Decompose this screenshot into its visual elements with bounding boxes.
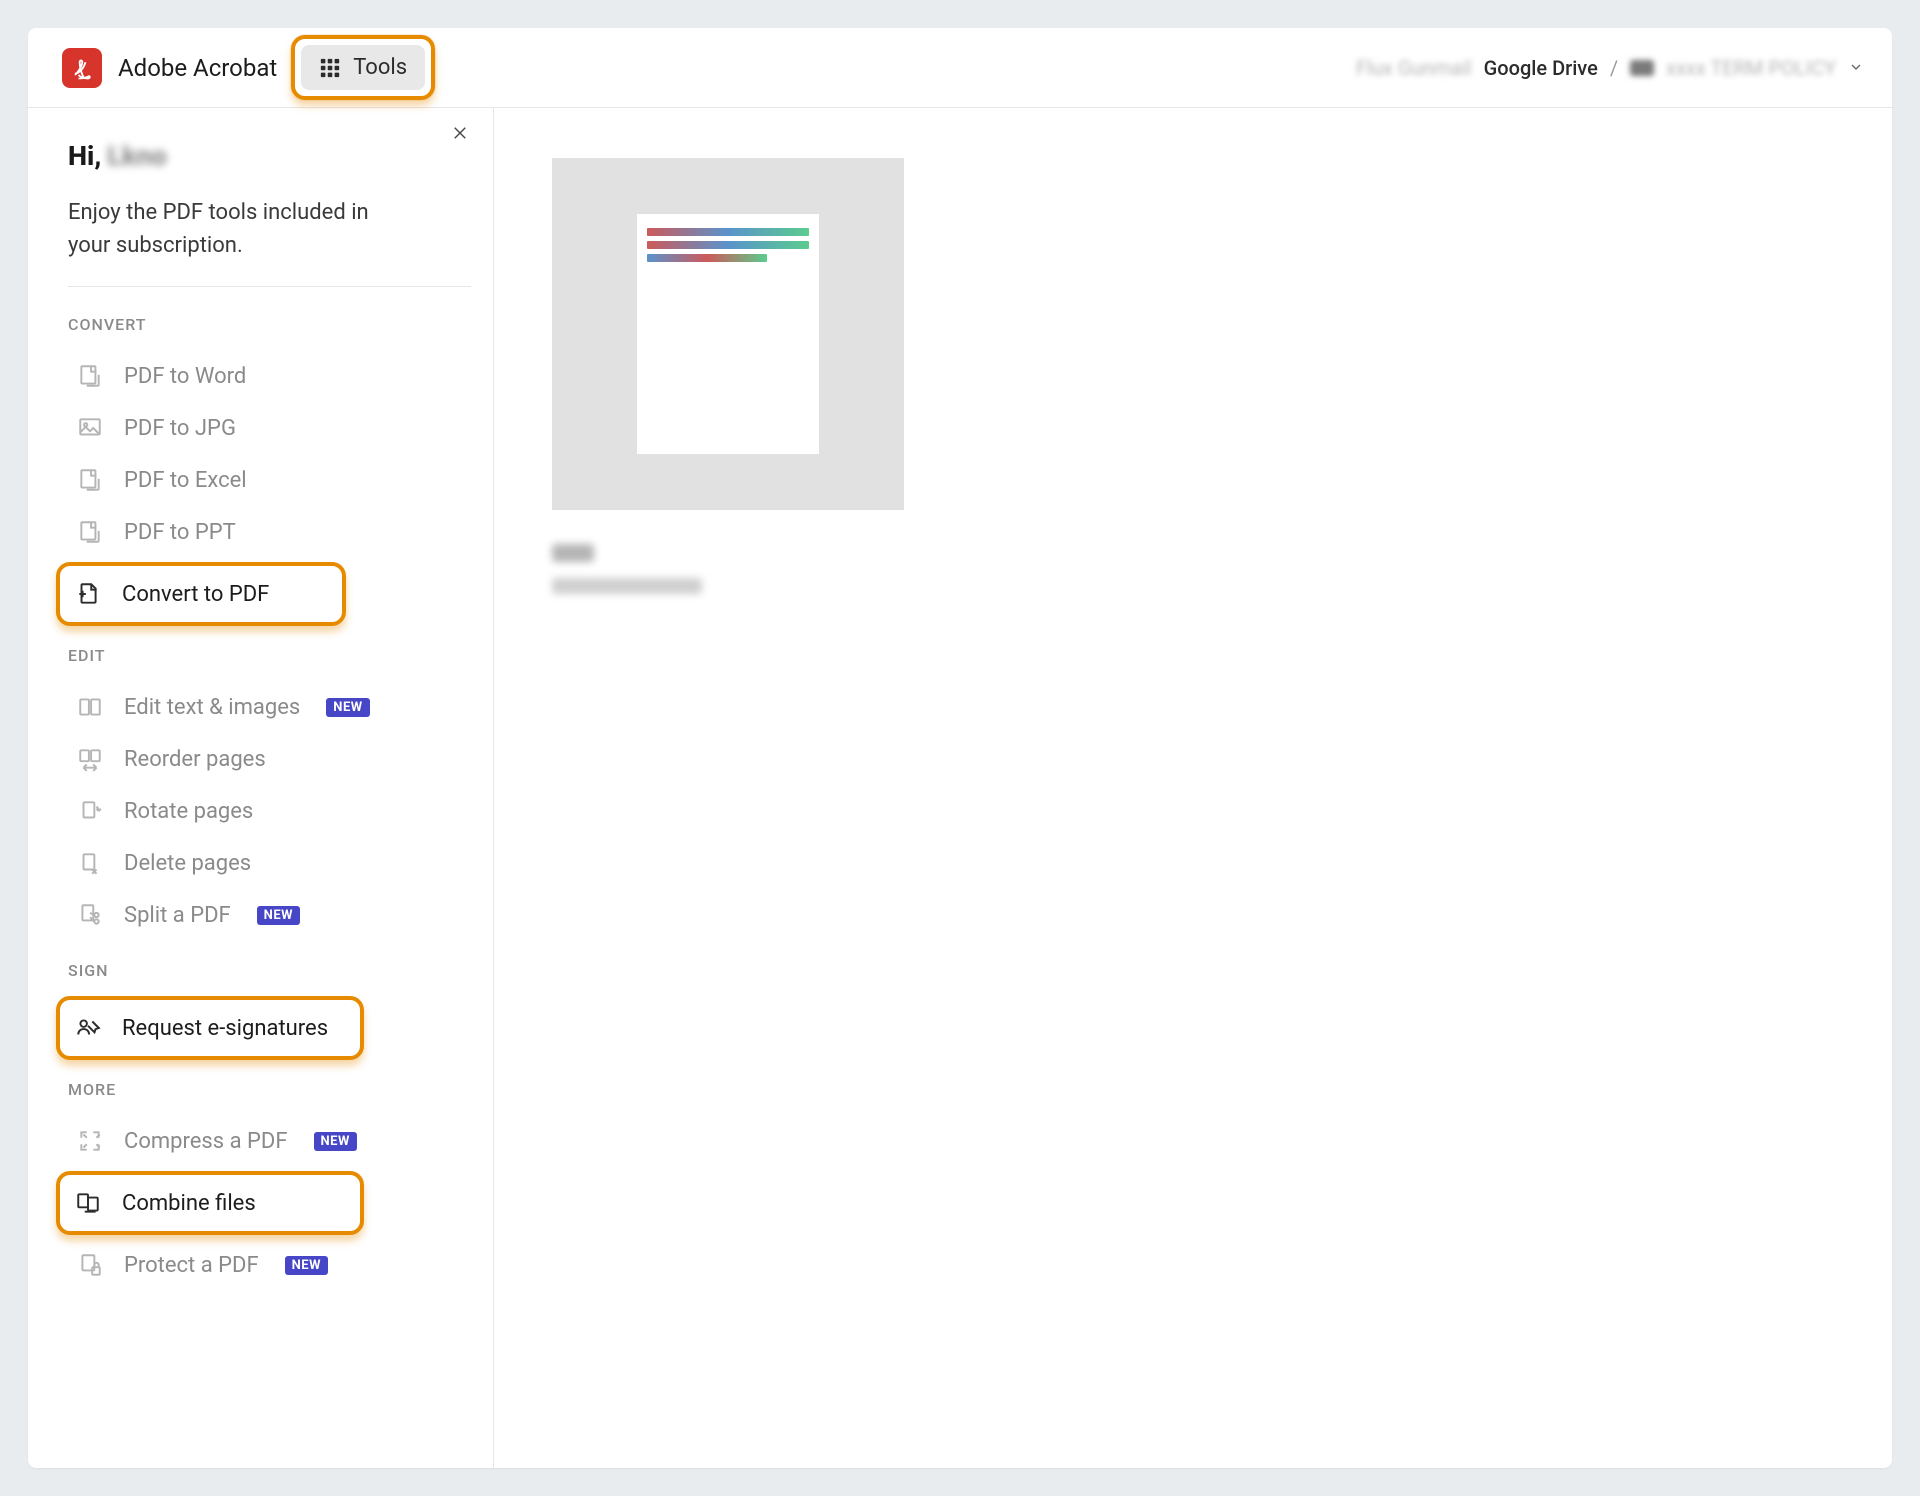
brand-title: Adobe Acrobat xyxy=(118,54,277,82)
tool-label: Convert to PDF xyxy=(122,582,269,607)
tool-compress-pdf[interactable]: Compress a PDF NEW xyxy=(68,1115,471,1167)
tool-combine-files-highlight: Combine files xyxy=(56,1171,364,1235)
tool-convert-to-pdf-highlight: Convert to PDF xyxy=(56,562,346,626)
rotate-pages-icon xyxy=(76,797,104,825)
file-thumbnail[interactable] xyxy=(552,158,904,510)
breadcrumb: Flux Gunmail Google Drive / xxxx TERM PO… xyxy=(1356,56,1864,80)
greeting: Hi, Lkno xyxy=(68,140,471,172)
greeting-prefix: Hi, xyxy=(68,140,101,172)
new-badge: NEW xyxy=(257,906,300,925)
tool-protect-pdf[interactable]: Protect a PDF NEW xyxy=(68,1239,471,1291)
tools-button-highlight: Tools xyxy=(291,35,435,100)
pdf-to-ppt-icon xyxy=(76,518,104,546)
sidebar: Hi, Lkno Enjoy the PDF tools included in… xyxy=(28,108,494,1468)
greeting-subtitle: Enjoy the PDF tools included in your sub… xyxy=(68,196,408,262)
apps-grid-icon xyxy=(319,57,341,79)
app-window: Adobe Acrobat Tools Flux Gunmail Google … xyxy=(28,28,1892,1468)
tool-reorder-pages[interactable]: Reorder pages xyxy=(68,733,471,785)
tool-convert-to-pdf[interactable]: Convert to PDF xyxy=(68,570,334,618)
content-area xyxy=(494,108,1892,1468)
tool-request-esignatures[interactable]: Request e-signatures xyxy=(68,1004,352,1052)
reorder-pages-icon xyxy=(76,745,104,773)
tool-request-esign-highlight: Request e-signatures xyxy=(56,996,364,1060)
tool-rotate-pages[interactable]: Rotate pages xyxy=(68,785,471,837)
tool-split-pdf[interactable]: Split a PDF NEW xyxy=(68,889,471,941)
tool-edit-text-images[interactable]: Edit text & images NEW xyxy=(68,681,471,733)
tool-label: Rotate pages xyxy=(124,799,253,824)
chevron-down-icon xyxy=(1848,59,1864,75)
new-badge: NEW xyxy=(314,1132,357,1151)
delete-pages-icon xyxy=(76,849,104,877)
split-pdf-icon xyxy=(76,901,104,929)
tool-label: Compress a PDF xyxy=(124,1129,288,1154)
pdf-to-jpg-icon xyxy=(76,414,104,442)
section-convert: CONVERT xyxy=(68,315,471,334)
tool-label: Split a PDF xyxy=(124,903,231,928)
protect-icon xyxy=(76,1251,104,1279)
tool-label: PDF to Word xyxy=(124,364,246,389)
tool-label: PDF to PPT xyxy=(124,520,236,545)
tool-pdf-to-excel[interactable]: PDF to Excel xyxy=(68,454,471,506)
greeting-name: Lkno xyxy=(107,140,167,172)
tool-label: PDF to JPG xyxy=(124,416,236,441)
tool-label: Protect a PDF xyxy=(124,1253,259,1278)
esign-icon xyxy=(74,1014,102,1042)
header: Adobe Acrobat Tools Flux Gunmail Google … xyxy=(28,28,1892,108)
tool-label: Reorder pages xyxy=(124,747,266,772)
main-area: Hi, Lkno Enjoy the PDF tools included in… xyxy=(28,108,1892,1468)
new-badge: NEW xyxy=(326,698,369,717)
compress-icon xyxy=(76,1127,104,1155)
close-sidebar-button[interactable] xyxy=(451,124,469,147)
file-thumbnail-preview xyxy=(637,214,819,454)
tool-label: PDF to Excel xyxy=(124,468,247,493)
breadcrumb-account: Flux Gunmail xyxy=(1356,56,1472,80)
tool-label: Request e-signatures xyxy=(122,1016,328,1041)
pdf-to-excel-icon xyxy=(76,466,104,494)
section-edit: EDIT xyxy=(68,646,471,665)
breadcrumb-file: xxxx TERM POLICY xyxy=(1666,56,1836,80)
breadcrumb-chevron[interactable] xyxy=(1848,56,1864,80)
tool-label: Delete pages xyxy=(124,851,251,876)
breadcrumb-folder-icon xyxy=(1630,60,1654,76)
tool-combine-files[interactable]: Combine files xyxy=(68,1179,352,1227)
edit-text-icon xyxy=(76,693,104,721)
section-more: MORE xyxy=(68,1080,471,1099)
pdf-to-word-icon xyxy=(76,362,104,390)
tool-pdf-to-ppt[interactable]: PDF to PPT xyxy=(68,506,471,558)
tools-button[interactable]: Tools xyxy=(301,45,425,90)
file-title xyxy=(552,544,594,562)
acrobat-logo xyxy=(62,48,102,88)
breadcrumb-drive[interactable]: Google Drive xyxy=(1484,56,1598,80)
combine-icon xyxy=(74,1189,102,1217)
close-icon xyxy=(451,124,469,142)
new-badge: NEW xyxy=(285,1256,328,1275)
tools-button-label: Tools xyxy=(353,55,407,80)
file-subtitle xyxy=(552,578,702,594)
convert-to-pdf-icon xyxy=(74,580,102,608)
tool-delete-pages[interactable]: Delete pages xyxy=(68,837,471,889)
file-metadata xyxy=(552,544,1834,594)
tool-label: Edit text & images xyxy=(124,695,300,720)
section-sign: SIGN xyxy=(68,961,471,980)
breadcrumb-separator: / xyxy=(1610,56,1618,80)
sidebar-divider xyxy=(68,286,471,287)
tool-label: Combine files xyxy=(122,1191,256,1216)
tool-pdf-to-word[interactable]: PDF to Word xyxy=(68,350,471,402)
acrobat-logo-icon xyxy=(68,54,96,82)
tool-pdf-to-jpg[interactable]: PDF to JPG xyxy=(68,402,471,454)
